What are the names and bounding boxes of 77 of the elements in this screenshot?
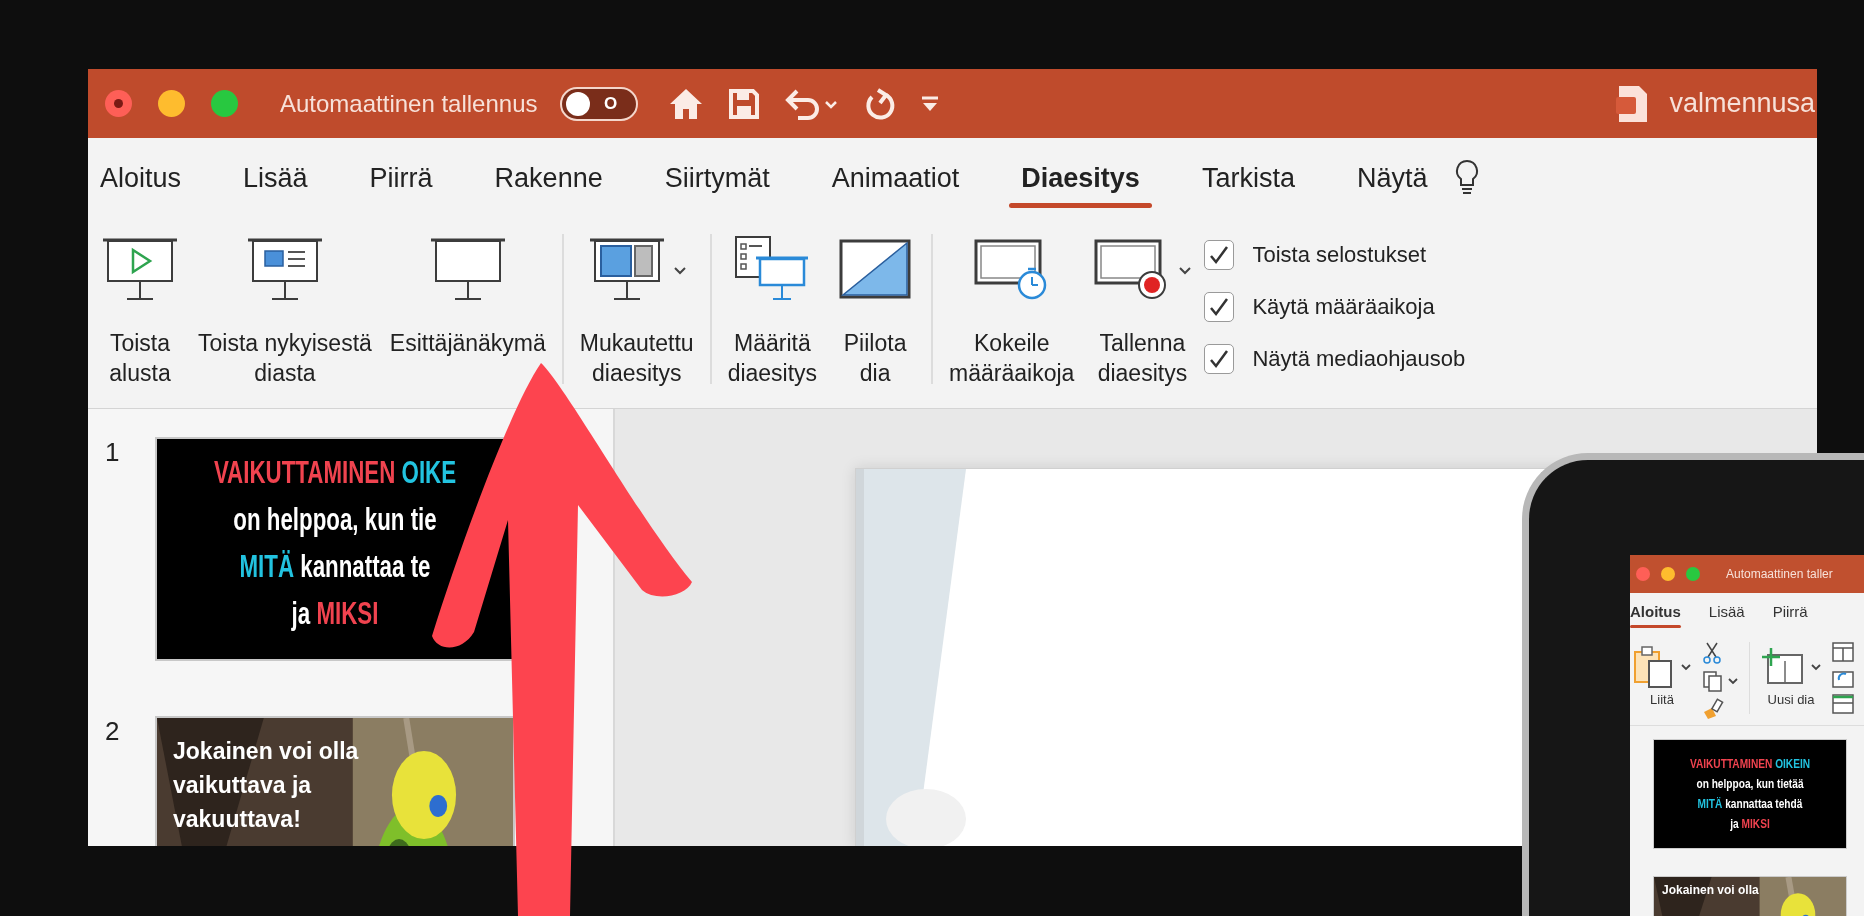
slide-text: VAIKUTTAMINEN [1689, 756, 1773, 771]
ribbon-button[interactable]: Uusi dia [1760, 642, 1822, 707]
autosave-label: Automaattinen tallennus [280, 89, 538, 118]
slide-text: MIKSI [1741, 816, 1770, 831]
ribbon-button[interactable]: Mukautettu diaesitys [577, 234, 696, 388]
redo-icon[interactable] [863, 86, 896, 121]
slide-text: on helppoa, kun tietää [1696, 776, 1804, 791]
autosave-toggle[interactable]: O [559, 86, 638, 121]
ribbon-tab[interactable]: Lisää [1708, 593, 1745, 630]
ribbon-button[interactable]: Piilota dia [833, 234, 918, 388]
ribbon-tab[interactable]: Tarkista [1189, 138, 1307, 218]
slide-text: Jokainen voi olla [1662, 883, 1759, 897]
slide-thumbnail[interactable]: VAIKUTTAMINEN OIKE on helppoa, kun tie MITÄ kannattaa te ja MIKSI [155, 437, 515, 661]
save-icon[interactable] [727, 87, 760, 120]
caret-icon [1727, 676, 1739, 686]
ribbon-tab[interactable]: Piirrä [357, 138, 445, 218]
ribbon-tab[interactable]: Siirtymät [652, 138, 782, 218]
caret-icon [1810, 662, 1822, 672]
slide-text: MIKSI [316, 596, 379, 631]
section-icon[interactable] [1832, 694, 1854, 714]
ribbon-button[interactable]: Esittäjänäkymä [387, 234, 548, 358]
minimize-button[interactable] [158, 90, 185, 117]
document-title: valmennusa [1669, 88, 1815, 119]
slide-text: ja [1730, 816, 1739, 831]
window-title: Automaattinen taller [1726, 567, 1833, 581]
slide-text: vaikuttava ja [173, 772, 312, 798]
checkbox-label: Toista selostukset [1252, 242, 1427, 268]
ribbon-tab[interactable]: Animaatiot [819, 138, 972, 218]
ribbon-tab[interactable]: Aloitus [1630, 593, 1681, 630]
ribbon-button[interactable]: Määritä diaesitys [725, 234, 820, 388]
slide-thumbnail[interactable]: Jokainen voi olla vaikuttava ja vakuuttava! [155, 716, 515, 846]
slide-text: MITÄ [1697, 796, 1723, 811]
ribbon-tab[interactable]: Lisää [231, 138, 320, 218]
checkmark-icon [1208, 349, 1231, 369]
brush-icon[interactable] [1702, 698, 1724, 720]
ribbon-tab[interactable]: Piirrä [1772, 593, 1808, 630]
caret-icon [1680, 662, 1692, 672]
ribbon-tab[interactable]: Rakenne [482, 138, 615, 218]
zoom-button[interactable] [211, 90, 238, 117]
ribbon-tab[interactable]: Diaesitys [1009, 138, 1152, 218]
undo-icon[interactable] [783, 87, 840, 120]
presentation-file-icon [1615, 84, 1650, 123]
scissors-icon[interactable] [1702, 642, 1722, 664]
checkmark-icon [1208, 245, 1231, 265]
slide-text: OIKE [401, 455, 457, 490]
slide-number: 2 [104, 716, 121, 748]
new-slide-icon [1760, 647, 1806, 687]
slide-thumbnail[interactable]: Jokainen voi olla [1653, 876, 1847, 916]
slide-text: kannattaa te [300, 549, 431, 584]
checkbox-label: Käytä määräaikoja [1252, 294, 1435, 320]
reset-icon[interactable] [1832, 668, 1854, 688]
checkbox-label: Näytä mediaohjausob [1252, 346, 1466, 372]
ribbon-tab[interactable]: Näytä [1344, 138, 1440, 218]
ribbon-button[interactable]: Liitä [1632, 642, 1692, 707]
slide-text: OIKEIN [1775, 756, 1811, 771]
slide-text: Jokainen voi olla [173, 738, 359, 764]
slide-text: ja [291, 596, 311, 631]
ribbon-button[interactable]: Kokeile määräaikoja [947, 234, 1077, 388]
close-button[interactable] [105, 90, 132, 117]
slide-thumbnail[interactable]: VAIKUTTAMINEN OIKEIN on helppoa, kun tietää MITÄ kannattaa tehdä ja MIKSI [1653, 739, 1847, 849]
slide-text: vakuuttava! [173, 806, 301, 832]
checkbox[interactable] [1204, 344, 1235, 374]
checkbox[interactable] [1204, 240, 1235, 270]
copy-icon[interactable] [1702, 670, 1724, 692]
layout-icon[interactable] [1832, 642, 1854, 662]
ribbon-button[interactable]: Tallenna diaesitys [1090, 234, 1195, 388]
checkmark-icon [1208, 297, 1231, 317]
slide-number: 1 [104, 437, 121, 469]
ribbon-button[interactable]: Toista nykyisestä diasta [196, 234, 374, 388]
slide-text: kannattaa tehdä [1725, 796, 1803, 811]
checkbox[interactable] [1204, 292, 1235, 322]
minimize-button[interactable] [1661, 567, 1675, 581]
ribbon-button[interactable]: Toista alusta [98, 234, 182, 388]
slide-text: on helppoa, kun tie [233, 502, 437, 537]
ribbon-tab[interactable]: Aloitus [88, 138, 194, 218]
slide-text: VAIKUTTAMINEN [213, 455, 396, 490]
slide-text: MITÄ [239, 549, 295, 584]
